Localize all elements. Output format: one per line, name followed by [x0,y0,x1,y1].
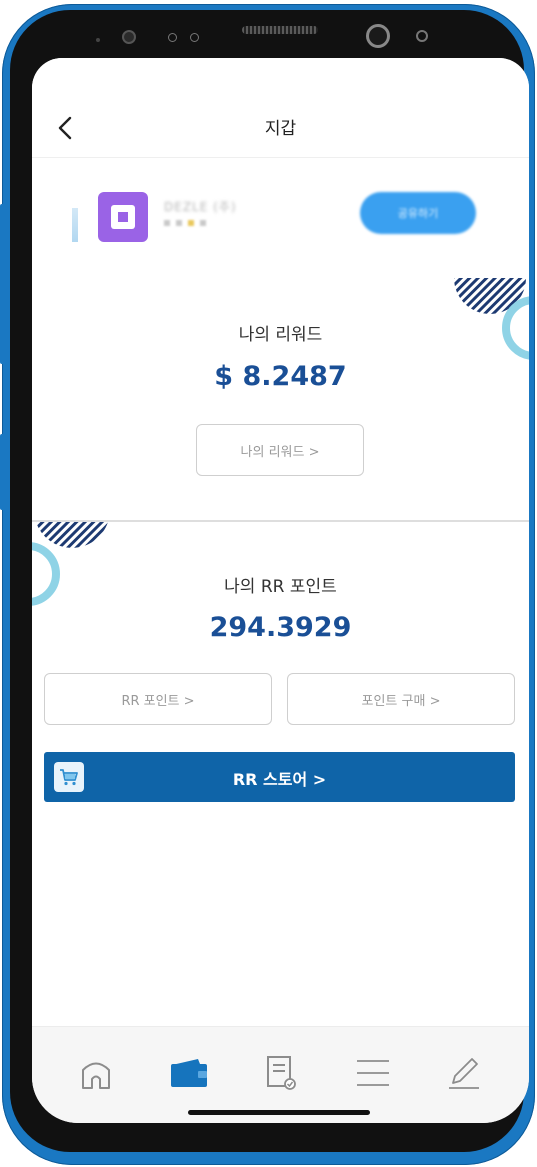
buy-points-button[interactable]: 포인트 구매 > [287,673,515,725]
meta-dot [164,220,170,226]
my-rewards-button[interactable]: 나의 리워드 > [196,424,364,476]
rr-points-label: 나의 RR 포인트 [224,577,337,597]
top-header: 지갑 [32,58,529,158]
rr-store-label: RR 스토어 > [232,770,327,789]
nav-write[interactable] [443,1053,483,1093]
rewards-label: 나의 리워드 [238,325,323,345]
front-camera-icon [366,24,390,48]
camera-dot [96,38,100,42]
meta-dot [200,220,206,226]
menu-icon [357,1060,389,1086]
avatar[interactable] [98,192,148,242]
profile-action-button[interactable]: 공유하기 [360,192,476,234]
avatar-logo-icon [111,205,135,229]
earpiece-speaker [242,26,318,34]
page-title: 지갑 [264,119,297,139]
bottom-navigation [32,1026,529,1123]
nav-home[interactable] [76,1053,116,1093]
nav-document[interactable] [261,1053,301,1093]
rr-points-value: 294.3929 [209,612,352,643]
profile-accent-mark [72,208,78,242]
app-screen: 지갑 DEZLE (주) 공유하기 나의 리워드 $ 8.2487 나의 리워드… [32,58,529,1123]
phone-side-button-power [0,434,8,510]
sensor-dot [190,33,199,42]
document-icon [267,1056,296,1090]
nav-menu[interactable] [353,1053,393,1093]
wallet-icon [171,1059,207,1087]
nav-wallet[interactable] [169,1053,209,1093]
home-indicator [188,1110,370,1115]
sensor-dot [416,30,428,42]
pencil-icon [449,1058,479,1089]
decorative-stripes-icon [454,278,529,360]
rr-points-button[interactable]: RR 포인트 > [44,673,272,725]
meta-dot [188,220,194,226]
phone-camera-bar [0,0,537,58]
sensor-dot [168,33,177,42]
profile-name: DEZLE (주) [164,200,237,214]
phone-side-button-volume [0,204,8,364]
decorative-stripes-icon [32,522,108,606]
meta-dot [176,220,182,226]
camera-lens-icon [122,30,136,44]
rewards-value: $ 8.2487 [214,361,347,392]
rr-store-button[interactable]: RR 스토어 > [44,752,515,802]
profile-meta [164,220,206,226]
home-icon [82,1062,110,1089]
